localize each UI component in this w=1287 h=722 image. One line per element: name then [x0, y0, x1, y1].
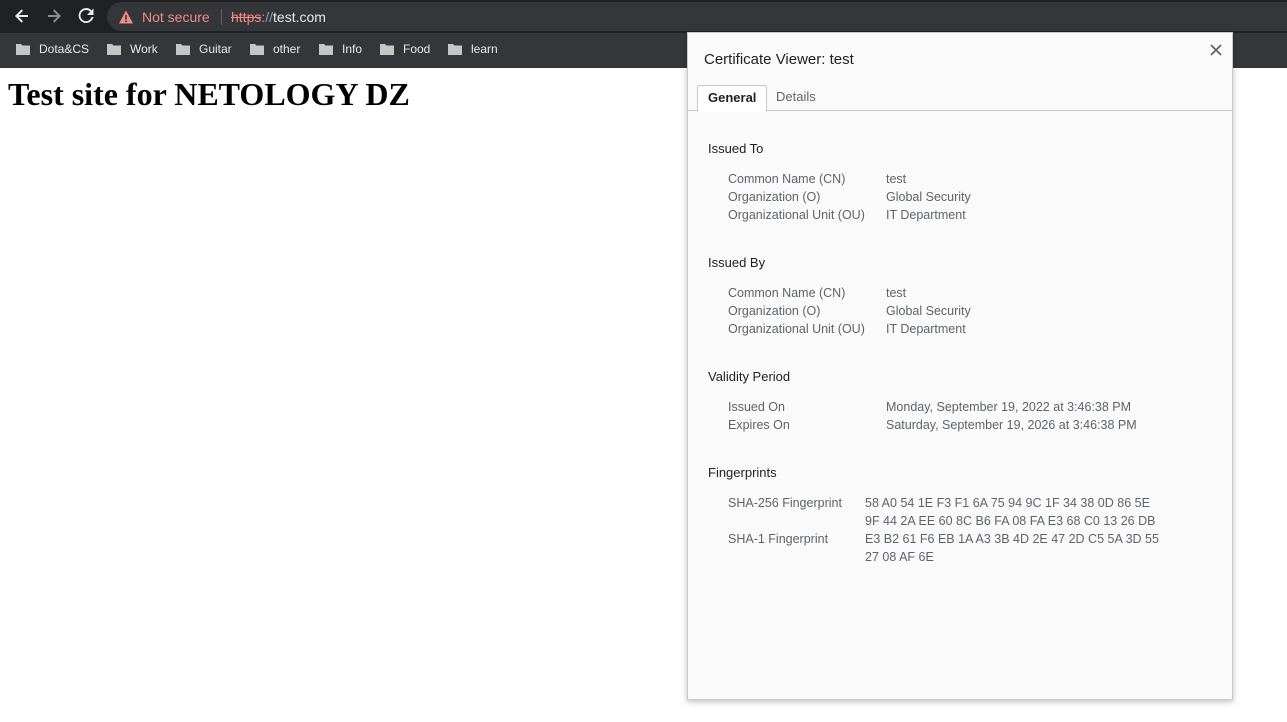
bookmark-folder-learn[interactable]: learn	[447, 33, 498, 65]
issued-by-cn-value: test	[886, 286, 907, 300]
section-issued-by-title: Issued By	[708, 255, 766, 270]
close-button[interactable]	[1207, 41, 1225, 59]
certificate-viewer-dialog: Certificate Viewer: test General Details…	[687, 32, 1233, 700]
bookmark-label: Info	[342, 42, 363, 56]
bookmark-label: Dota&CS	[39, 42, 90, 56]
bookmark-label: other	[273, 42, 301, 56]
back-button[interactable]	[11, 5, 33, 27]
warning-icon	[119, 10, 133, 24]
bookmark-folder-dota-cs[interactable]: Dota&CS	[15, 33, 89, 65]
sha256-value-line1: 58 A0 54 1E F3 F1 6A 75 94 9C 1F 34 38 0…	[865, 496, 1150, 510]
browser-toolbar: Not secure https://test.com	[0, 0, 1287, 33]
issued-to-cn-value: test	[886, 172, 907, 186]
arrow-right-icon	[48, 9, 61, 23]
issued-on-label: Issued On	[728, 400, 785, 414]
folder-icon	[107, 43, 121, 55]
security-status[interactable]: Not secure	[142, 9, 210, 25]
expires-on-label: Expires On	[728, 418, 790, 432]
sha1-value-line2: 27 08 AF 6E	[865, 550, 934, 564]
reload-icon	[78, 8, 94, 24]
address-bar[interactable]: Not secure https://test.com	[107, 2, 1287, 31]
bookmark-folder-work[interactable]: Work	[106, 33, 158, 65]
bookmark-folder-info[interactable]: Info	[318, 33, 362, 65]
folder-icon	[16, 43, 30, 55]
section-issued-to-title: Issued To	[708, 141, 764, 156]
section-fingerprints-title: Fingerprints	[708, 465, 777, 480]
folder-icon	[250, 43, 264, 55]
tabs-divider	[688, 110, 1232, 111]
issued-on-value: Monday, September 19, 2022 at 3:46:38 PM	[886, 400, 1132, 414]
forward-button[interactable]	[43, 5, 65, 27]
issued-to-ou-label: Organizational Unit (OU)	[728, 208, 865, 222]
url-separator: ://	[261, 9, 274, 25]
tab-details[interactable]: Details	[766, 85, 826, 109]
folder-icon	[176, 43, 190, 55]
dialog-title: Certificate Viewer: test	[704, 51, 854, 68]
url-scheme: https	[231, 9, 262, 25]
issued-by-cn-label: Common Name (CN)	[728, 286, 846, 300]
close-icon	[1210, 44, 1222, 56]
issued-to-cn-label: Common Name (CN)	[728, 172, 846, 186]
page-heading: Test site for NETOLOGY DZ	[8, 76, 410, 112]
url-text[interactable]: https://test.com	[231, 9, 326, 25]
issued-by-o-label: Organization (O)	[728, 304, 821, 318]
issued-to-o-value: Global Security	[886, 190, 971, 204]
bookmark-folder-other[interactable]: other	[249, 33, 300, 65]
url-host: test.com	[273, 9, 326, 25]
section-validity-title: Validity Period	[708, 369, 791, 384]
issued-by-ou-value: IT Department	[886, 322, 966, 336]
bookmark-folder-guitar[interactable]: Guitar	[175, 33, 232, 65]
reload-button[interactable]	[75, 5, 97, 27]
bookmark-label: Food	[403, 42, 431, 56]
bookmark-label: Guitar	[199, 42, 232, 56]
folder-icon	[319, 43, 333, 55]
bookmark-label: learn	[471, 42, 498, 56]
issued-by-o-value: Global Security	[886, 304, 971, 318]
sha256-value-line2: 9F 44 2A EE 60 8C B6 FA 08 FA E3 68 C0 1…	[865, 514, 1156, 528]
sha1-value-line1: E3 B2 61 F6 EB 1A A3 3B 4D 2E 47 2D C5 5…	[865, 532, 1159, 546]
sha256-label: SHA-256 Fingerprint	[728, 496, 842, 510]
sha1-label: SHA-1 Fingerprint	[728, 532, 829, 546]
issued-by-ou-label: Organizational Unit (OU)	[728, 322, 865, 336]
folder-icon	[448, 43, 462, 55]
arrow-left-icon	[15, 9, 28, 23]
tab-general[interactable]: General	[697, 85, 768, 112]
issued-to-o-label: Organization (O)	[728, 190, 821, 204]
bookmark-folder-food[interactable]: Food	[379, 33, 430, 65]
issued-to-ou-value: IT Department	[886, 208, 966, 222]
expires-on-value: Saturday, September 19, 2026 at 3:46:38 …	[886, 418, 1137, 432]
omnibox-divider	[221, 9, 222, 25]
bookmark-label: Work	[130, 42, 158, 56]
folder-icon	[380, 43, 394, 55]
